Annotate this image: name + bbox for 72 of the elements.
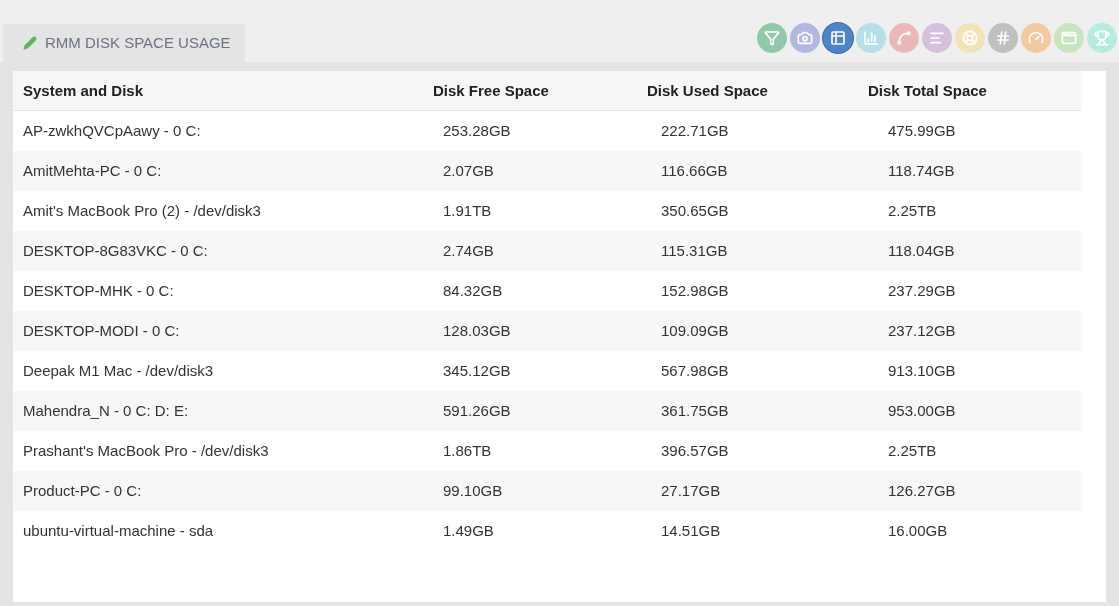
table-cell: 396.57GB [661,442,729,459]
camera-button[interactable] [790,23,820,53]
table-cell: 84.32GB [443,282,503,299]
table-cell: DESKTOP-8G83VKC - 0 C: [23,242,208,259]
line-chart-button[interactable] [889,23,919,53]
trophy-icon [1094,30,1110,46]
table-cell: 222.71GB [661,122,729,139]
table-cell: DESKTOP-MODI - 0 C: [23,322,180,339]
wheel-icon [962,30,978,46]
table-cell: 2.25TB [888,202,937,219]
column-header[interactable]: Disk Total Space [868,81,987,99]
trophy-button[interactable] [1087,23,1117,53]
table-cell: 118.04GB [888,242,955,259]
table-cell: 2.07GB [443,162,494,179]
horizontal-bars-icon [929,30,945,46]
table-cell: Prashant's MacBook Pro - /dev/disk3 [23,442,269,459]
table-cell: ubuntu-virtual-machine - sda [23,522,214,539]
table-cell: 99.10GB [443,482,503,499]
hash-icon [995,30,1011,46]
table-button[interactable] [823,23,853,53]
window-button[interactable] [1054,23,1084,53]
column-header[interactable]: Disk Used Space [647,81,768,99]
table-cell: 237.12GB [888,322,956,339]
horizontal-bars-button[interactable] [922,23,952,53]
table-cell: 2.25TB [888,442,937,459]
table-cell: AmitMehta-PC - 0 C: [23,162,162,179]
table-cell: 475.99GB [888,122,956,139]
widget-title: RMM DISK SPACE USAGE [45,32,231,53]
column-header[interactable]: System and Disk [23,81,144,99]
gauge-button[interactable] [1021,23,1051,53]
table-cell: AP-zwkhQVCpAawy - 0 C: [23,122,201,139]
column-header[interactable]: Disk Free Space [433,81,549,99]
wheel-button[interactable] [955,23,985,53]
table-cell: 953.00GB [888,402,956,419]
table-cell: 567.98GB [661,362,729,379]
table-cell: 345.12GB [443,362,511,379]
table-cell: 2.74GB [443,242,494,259]
table-cell: 115.31GB [661,242,728,259]
table-cell: Product-PC - 0 C: [23,482,142,499]
table-cell: 1.86TB [443,442,492,459]
funnel-icon [764,30,780,46]
bar-chart-icon [863,30,879,46]
line-chart-icon [896,30,912,46]
table-cell: 116.66GB [661,162,728,179]
table-icon [830,30,846,46]
table-cell: Deepak M1 Mac - /dev/disk3 [23,362,214,379]
table-cell: 128.03GB [443,322,511,339]
camera-icon [797,30,813,46]
table-cell: 16.00GB [888,522,948,539]
table-cell: DESKTOP-MHK - 0 C: [23,282,174,299]
table-cell: 237.29GB [888,282,956,299]
table-cell: 126.27GB [888,482,956,499]
table-cell: 118.74GB [888,162,955,179]
table-cell: 361.75GB [661,402,729,419]
funnel-button[interactable] [757,23,787,53]
table-cell: 152.98GB [661,282,729,299]
table-cell: 27.17GB [661,482,721,499]
table-cell: Mahendra_N - 0 C: D: E: [23,402,189,419]
pencil-icon [23,36,37,50]
table-cell: 913.10GB [888,362,956,379]
window-icon [1061,30,1077,46]
table-cell: Amit's MacBook Pro (2) - /dev/disk3 [23,202,261,219]
hash-button[interactable] [988,23,1018,53]
widget-tab[interactable]: RMM DISK SPACE USAGE [3,24,245,62]
table-cell: 350.65GB [661,202,729,219]
table-cell: 253.28GB [443,122,511,139]
gauge-icon [1028,30,1044,46]
table-cell: 1.49GB [443,522,494,539]
table-cell: 109.09GB [661,322,729,339]
table-cell: 591.26GB [443,402,511,419]
table-cell: 1.91TB [443,202,492,219]
table-cell: 14.51GB [661,522,721,539]
